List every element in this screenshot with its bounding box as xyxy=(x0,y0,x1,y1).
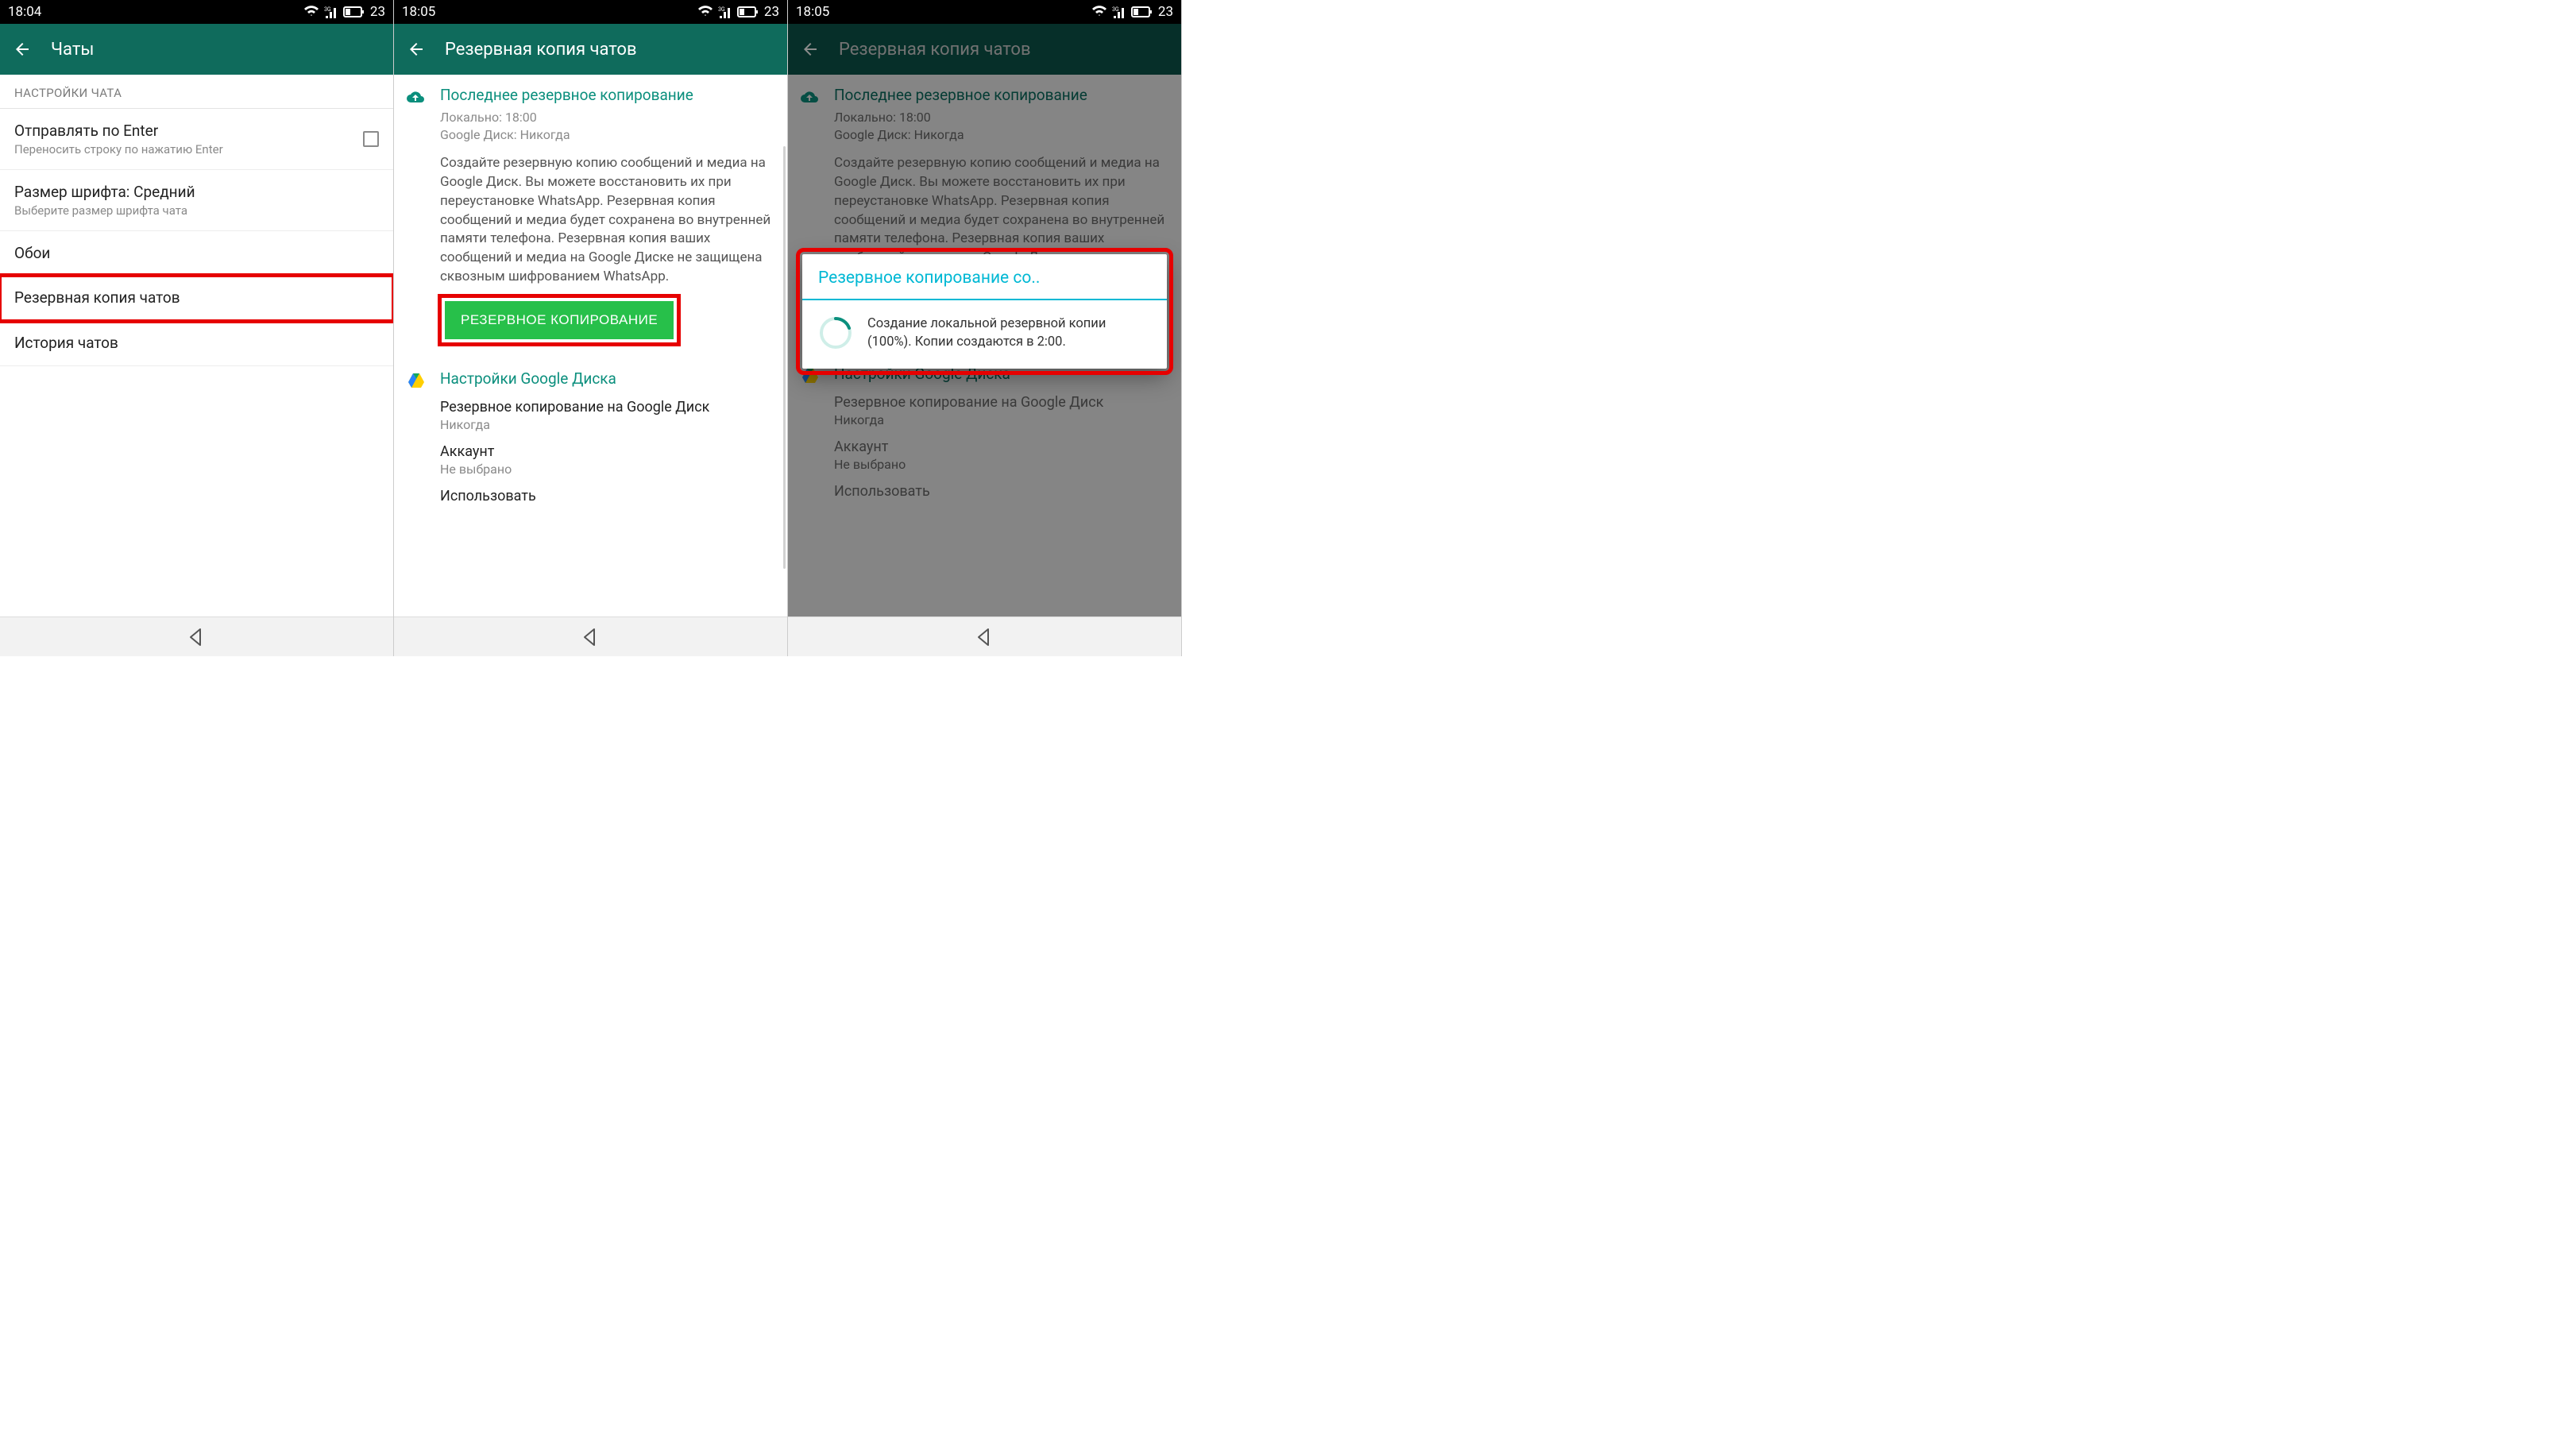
nav-back-icon[interactable] xyxy=(580,624,602,650)
progress-spinner-icon xyxy=(818,315,853,350)
screen-backup-progress: 18:05 23 Резервная копия чатов Последнее… xyxy=(788,0,1182,656)
last-backup-section: Последнее резервное копирование Локально… xyxy=(394,75,787,344)
setting-font-size[interactable]: Размер шрифта: Средний Выберите размер ш… xyxy=(0,170,393,231)
battery-icon xyxy=(343,4,365,20)
signal-icon xyxy=(718,5,732,19)
setting-backup-frequency[interactable]: Резервное копирование на Google Диск Ник… xyxy=(440,399,773,432)
item-title: Использовать xyxy=(440,488,773,504)
backup-button-highlight: РЕЗЕРВНОЕ КОПИРОВАНИЕ xyxy=(440,296,678,344)
backup-content[interactable]: Последнее резервное копирование Локально… xyxy=(394,75,787,616)
status-time: 18:05 xyxy=(402,4,435,20)
signal-icon xyxy=(1112,5,1126,19)
page-title: Резервная копия чатов xyxy=(445,40,637,60)
settings-list: НАСТРОЙКИ ЧАТА Отправлять по Enter Перен… xyxy=(0,75,393,616)
setting-chat-backup[interactable]: Резервная копия чатов xyxy=(0,276,393,321)
backup-description: Создайте резервную копию сообщений и мед… xyxy=(440,154,773,287)
wifi-icon xyxy=(303,5,319,19)
item-title: Размер шрифта: Средний xyxy=(14,183,379,202)
system-nav-bar xyxy=(788,616,1181,656)
item-title: Резервная копия чатов xyxy=(14,288,379,307)
gdrive-backup-line: Google Диск: Никогда xyxy=(440,126,773,144)
local-backup-line: Локально: 18:00 xyxy=(440,109,773,126)
status-time: 18:04 xyxy=(8,4,41,20)
item-subtitle: Переносить строку по нажатию Enter xyxy=(14,142,353,157)
app-bar: Резервная копия чатов xyxy=(394,24,787,75)
gdrive-settings-section: Настройки Google Диска Резервное копиров… xyxy=(394,358,787,511)
item-subtitle: Не выбрано xyxy=(440,462,773,477)
last-backup-heading: Последнее резервное копирование xyxy=(440,86,773,104)
battery-level: 23 xyxy=(370,4,385,20)
arrow-left-icon xyxy=(13,40,32,59)
app-bar: Чаты xyxy=(0,24,393,75)
battery-level: 23 xyxy=(764,4,779,20)
back-button[interactable] xyxy=(13,40,32,59)
google-drive-icon xyxy=(407,371,426,390)
status-bar: 18:05 23 xyxy=(788,0,1181,24)
item-subtitle: Никогда xyxy=(440,417,773,432)
backup-progress-dialog: Резервное копирование со.. Создание лока… xyxy=(802,254,1167,369)
nav-back-icon[interactable] xyxy=(186,624,208,650)
status-bar: 18:05 23 xyxy=(394,0,787,24)
battery-icon xyxy=(737,4,759,20)
back-button[interactable] xyxy=(407,40,426,59)
section-header: НАСТРОЙКИ ЧАТА xyxy=(0,75,393,109)
backup-button[interactable]: РЕЗЕРВНОЕ КОПИРОВАНИЕ xyxy=(445,301,674,339)
battery-level: 23 xyxy=(1158,4,1173,20)
wifi-icon xyxy=(697,5,713,19)
arrow-left-icon xyxy=(407,40,426,59)
scrollbar[interactable] xyxy=(783,146,786,569)
page-title: Чаты xyxy=(51,40,95,60)
gdrive-settings-heading: Настройки Google Диска xyxy=(440,369,773,388)
setting-account[interactable]: Аккаунт Не выбрано xyxy=(440,443,773,477)
battery-icon xyxy=(1131,4,1153,20)
checkbox[interactable] xyxy=(363,131,379,147)
screen-chat-backup: 18:05 23 Резервная копия чатов Последнее… xyxy=(394,0,788,656)
system-nav-bar xyxy=(394,616,787,656)
dialog-title: Резервное копирование со.. xyxy=(802,254,1167,300)
status-time: 18:05 xyxy=(796,4,829,20)
setting-use-network[interactable]: Использовать xyxy=(440,488,773,504)
item-title: Отправлять по Enter xyxy=(14,122,353,141)
item-title: Аккаунт xyxy=(440,443,773,460)
dialog-message: Создание локальной резервной копии (100%… xyxy=(867,315,1151,351)
item-subtitle: Выберите размер шрифта чата xyxy=(14,203,379,218)
item-title: Резервное копирование на Google Диск xyxy=(440,399,773,415)
item-title: Обои xyxy=(14,244,379,263)
signal-icon xyxy=(324,5,338,19)
cloud-upload-icon xyxy=(406,87,427,105)
setting-enter-to-send[interactable]: Отправлять по Enter Переносить строку по… xyxy=(0,109,393,170)
screen-chats-settings: 18:04 23 Чаты НАСТРОЙКИ ЧАТА Отправлять … xyxy=(0,0,394,656)
status-bar: 18:04 23 xyxy=(0,0,393,24)
setting-chat-history[interactable]: История чатов xyxy=(0,321,393,366)
item-title: История чатов xyxy=(14,334,379,353)
nav-back-icon[interactable] xyxy=(974,624,996,650)
system-nav-bar xyxy=(0,616,393,656)
setting-wallpaper[interactable]: Обои xyxy=(0,231,393,276)
wifi-icon xyxy=(1091,5,1107,19)
